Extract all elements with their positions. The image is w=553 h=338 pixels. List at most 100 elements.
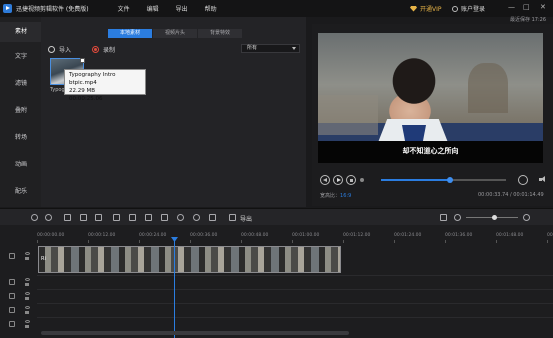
ruler-tick bbox=[241, 240, 242, 243]
ruler-tick-label: 00:01:36.00 bbox=[445, 233, 473, 238]
menu-bar: 文件 编辑 导出 帮助 bbox=[118, 4, 234, 13]
freeze-icon[interactable] bbox=[161, 214, 168, 221]
sidebar-item-overlay[interactable]: 叠附 bbox=[0, 101, 41, 121]
video-track-icon bbox=[9, 253, 15, 259]
overlay-track-icon bbox=[9, 279, 15, 285]
redo-icon[interactable] bbox=[45, 214, 52, 221]
export-button[interactable]: 导出 bbox=[240, 214, 252, 223]
lock-icon[interactable] bbox=[25, 297, 29, 300]
sidebar-item-music[interactable]: 配乐 bbox=[0, 182, 41, 202]
mosaic-icon[interactable] bbox=[145, 214, 152, 221]
eye-icon[interactable] bbox=[25, 252, 30, 255]
undo-icon[interactable] bbox=[31, 214, 38, 221]
lock-icon[interactable] bbox=[25, 325, 29, 328]
timeline-ruler[interactable]: 00:00:00.00 00:00:12.00 00:00:24.00 00:00:3… bbox=[37, 233, 553, 243]
seek-bar[interactable] bbox=[381, 177, 506, 183]
app-logo-icon bbox=[3, 4, 12, 13]
import-button[interactable]: 导入 bbox=[59, 45, 71, 54]
eye-icon[interactable] bbox=[25, 306, 30, 309]
tab-local-media[interactable]: 本地素材 bbox=[108, 29, 152, 38]
track-row[interactable] bbox=[37, 303, 553, 316]
lock-icon[interactable] bbox=[25, 257, 29, 260]
ruler-tick-label: 00:01:24.00 bbox=[394, 233, 422, 238]
aspect-ratio-label: 宽高比： bbox=[320, 193, 341, 199]
sidebar-item-transition[interactable]: 转场 bbox=[0, 128, 41, 148]
zoom-slider[interactable] bbox=[466, 215, 518, 220]
eye-icon[interactable] bbox=[25, 278, 30, 281]
playhead[interactable] bbox=[174, 238, 175, 338]
import-icon[interactable] bbox=[48, 46, 55, 53]
snapshot-button[interactable] bbox=[518, 175, 528, 185]
seek-progress bbox=[381, 179, 450, 181]
sidebar-item-filter[interactable]: 滤镜 bbox=[0, 74, 41, 94]
maximize-button[interactable]: □ bbox=[523, 3, 530, 12]
mic-icon[interactable] bbox=[193, 214, 200, 221]
menu-item-file[interactable]: 文件 bbox=[118, 4, 130, 13]
text-track-icon bbox=[9, 293, 15, 299]
ruler-tick-label: 00:01:00.00 bbox=[292, 233, 320, 238]
video-frame-desk bbox=[318, 95, 378, 135]
playback-controls bbox=[318, 173, 549, 187]
fit-icon[interactable] bbox=[440, 214, 447, 221]
sidebar: 素材 文字 滤镜 叠附 转场 动画 配乐 bbox=[0, 17, 41, 207]
track-header-overlay bbox=[0, 276, 37, 288]
record-icon[interactable] bbox=[92, 46, 100, 53]
ruler-tick-label: 00:00:36.00 bbox=[190, 233, 218, 238]
volume-icon[interactable] bbox=[539, 175, 548, 184]
zoom-handle[interactable] bbox=[492, 215, 498, 220]
ruler-tick bbox=[445, 240, 446, 243]
ruler-tick bbox=[88, 240, 89, 243]
track-row[interactable] bbox=[37, 289, 553, 302]
media-filter-select[interactable]: 所有 bbox=[241, 44, 300, 53]
edit-icon[interactable] bbox=[64, 214, 71, 221]
video-subtitle: 却不知道心之所向 bbox=[402, 147, 459, 155]
sidebar-item-text[interactable]: 文字 bbox=[0, 47, 41, 67]
thumbnail-checkbox[interactable] bbox=[80, 58, 85, 63]
crop-icon[interactable] bbox=[113, 214, 120, 221]
track-row[interactable] bbox=[37, 317, 553, 330]
clock-icon[interactable] bbox=[177, 214, 184, 221]
ruler-tick bbox=[190, 240, 191, 243]
next-frame-button[interactable] bbox=[360, 178, 364, 182]
track-header-music bbox=[0, 304, 37, 316]
stop-button[interactable] bbox=[346, 175, 356, 185]
aspect-ratio: 宽高比：16:9 bbox=[320, 192, 351, 199]
delete-icon[interactable] bbox=[95, 214, 102, 221]
zoom-in-icon[interactable] bbox=[523, 214, 530, 221]
track-header-text bbox=[0, 290, 37, 302]
previous-frame-button[interactable] bbox=[320, 175, 330, 185]
minimize-button[interactable]: — bbox=[508, 3, 515, 12]
ruler-tick bbox=[292, 240, 293, 243]
zoom-out-icon[interactable] bbox=[454, 214, 461, 221]
timeline-scrollbar[interactable] bbox=[41, 331, 349, 335]
speed-icon[interactable] bbox=[129, 214, 136, 221]
export-icon[interactable] bbox=[229, 214, 236, 221]
menu-item-edit[interactable]: 编辑 bbox=[147, 4, 159, 13]
menu-item-export[interactable]: 导出 bbox=[176, 4, 188, 13]
eye-icon[interactable] bbox=[25, 292, 30, 295]
login-button[interactable]: 账户登录 bbox=[452, 4, 485, 13]
sidebar-item-media[interactable]: 素材 bbox=[0, 22, 41, 42]
vip-button[interactable]: 开通VIP bbox=[410, 4, 442, 13]
chevron-down-icon bbox=[292, 47, 296, 50]
track-row[interactable] bbox=[37, 275, 553, 288]
seek-handle[interactable] bbox=[446, 177, 453, 183]
lock-icon[interactable] bbox=[25, 311, 29, 314]
menu-item-help[interactable]: 帮助 bbox=[205, 4, 217, 13]
eye-icon[interactable] bbox=[25, 320, 30, 323]
split-icon[interactable] bbox=[80, 214, 87, 221]
detach-audio-icon[interactable] bbox=[209, 214, 216, 221]
close-button[interactable]: ✕ bbox=[540, 3, 546, 12]
lock-icon[interactable] bbox=[25, 283, 29, 286]
video-clip[interactable]: Ri bbox=[38, 246, 341, 273]
sidebar-item-animation[interactable]: 动画 bbox=[0, 155, 41, 175]
record-button[interactable]: 录制 bbox=[103, 45, 115, 54]
tab-video-intro[interactable]: 视频片头 bbox=[153, 29, 197, 38]
aspect-ratio-value[interactable]: 16:9 bbox=[340, 193, 351, 199]
vip-crown-icon bbox=[410, 5, 417, 12]
tab-background-effects[interactable]: 背景特效 bbox=[198, 29, 242, 38]
ruler-tick-label: 00:00:48.00 bbox=[241, 233, 269, 238]
title-bar: 迅捷视频剪辑软件 (免费版) 文件 编辑 导出 帮助 开通VIP 账户登录 — … bbox=[0, 0, 553, 17]
video-preview[interactable]: 却不知道心之所向 bbox=[318, 33, 543, 163]
play-button[interactable] bbox=[333, 175, 343, 185]
